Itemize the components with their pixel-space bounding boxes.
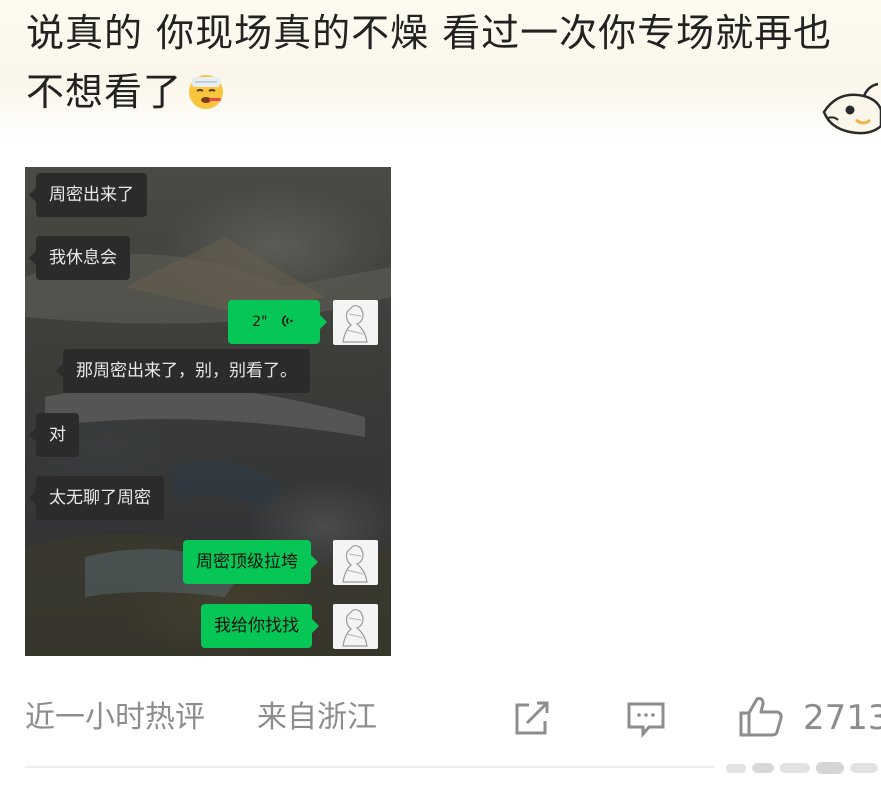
comment-icon[interactable]	[625, 699, 667, 739]
voice-wave-icon	[282, 315, 293, 327]
share-icon[interactable]	[511, 699, 553, 739]
divider	[25, 766, 715, 768]
sketch-avatar-icon	[342, 609, 368, 647]
chat-bubble-left: 周密出来了	[29, 173, 147, 217]
chat-bubble-left: 太无聊了周密	[29, 476, 164, 520]
sketch-avatar-icon	[342, 305, 368, 343]
user-avatar[interactable]	[333, 540, 378, 585]
sick-face-emoji-icon	[189, 75, 224, 109]
chat-screenshot-image[interactable]: 周密出来了 我休息会 2" 那周密出来了，别，别看了。 对 太无聊了周密 周密顶…	[25, 167, 391, 656]
hot-comment-label: 近一小时热评	[25, 700, 205, 735]
user-avatar[interactable]	[333, 300, 378, 345]
voice-message-bubble[interactable]: 2"	[228, 300, 327, 344]
comment-card: 说真的 你现场真的不燥 看过一次你专场就再也不想看了	[0, 0, 881, 140]
voice-duration: 2"	[252, 314, 268, 330]
like-count: 2713	[803, 698, 881, 738]
chat-bubble-left: 那周密出来了，别，别看了。	[56, 349, 310, 393]
location-label: 来自浙江	[257, 700, 377, 735]
fish-decoration-icon	[822, 82, 881, 135]
like-icon[interactable]	[737, 695, 785, 739]
comment-body: 说真的 你现场真的不燥 看过一次你专场就再也不想看了	[26, 11, 833, 114]
sketch-avatar-icon	[342, 545, 368, 583]
more-replies-dots-icon	[726, 762, 878, 774]
chat-bubble-left: 我休息会	[29, 236, 130, 280]
comment-meta-row: 近一小时热评 来自浙江 2713	[25, 690, 881, 746]
chat-bubble-right: 我给你找找	[201, 604, 319, 648]
user-avatar[interactable]	[333, 604, 378, 649]
comment-text: 说真的 你现场真的不燥 看过一次你专场就再也不想看了	[26, 4, 871, 122]
chat-bubble-left: 对	[29, 413, 79, 457]
chat-bubble-right: 周密顶级拉垮	[183, 540, 318, 584]
